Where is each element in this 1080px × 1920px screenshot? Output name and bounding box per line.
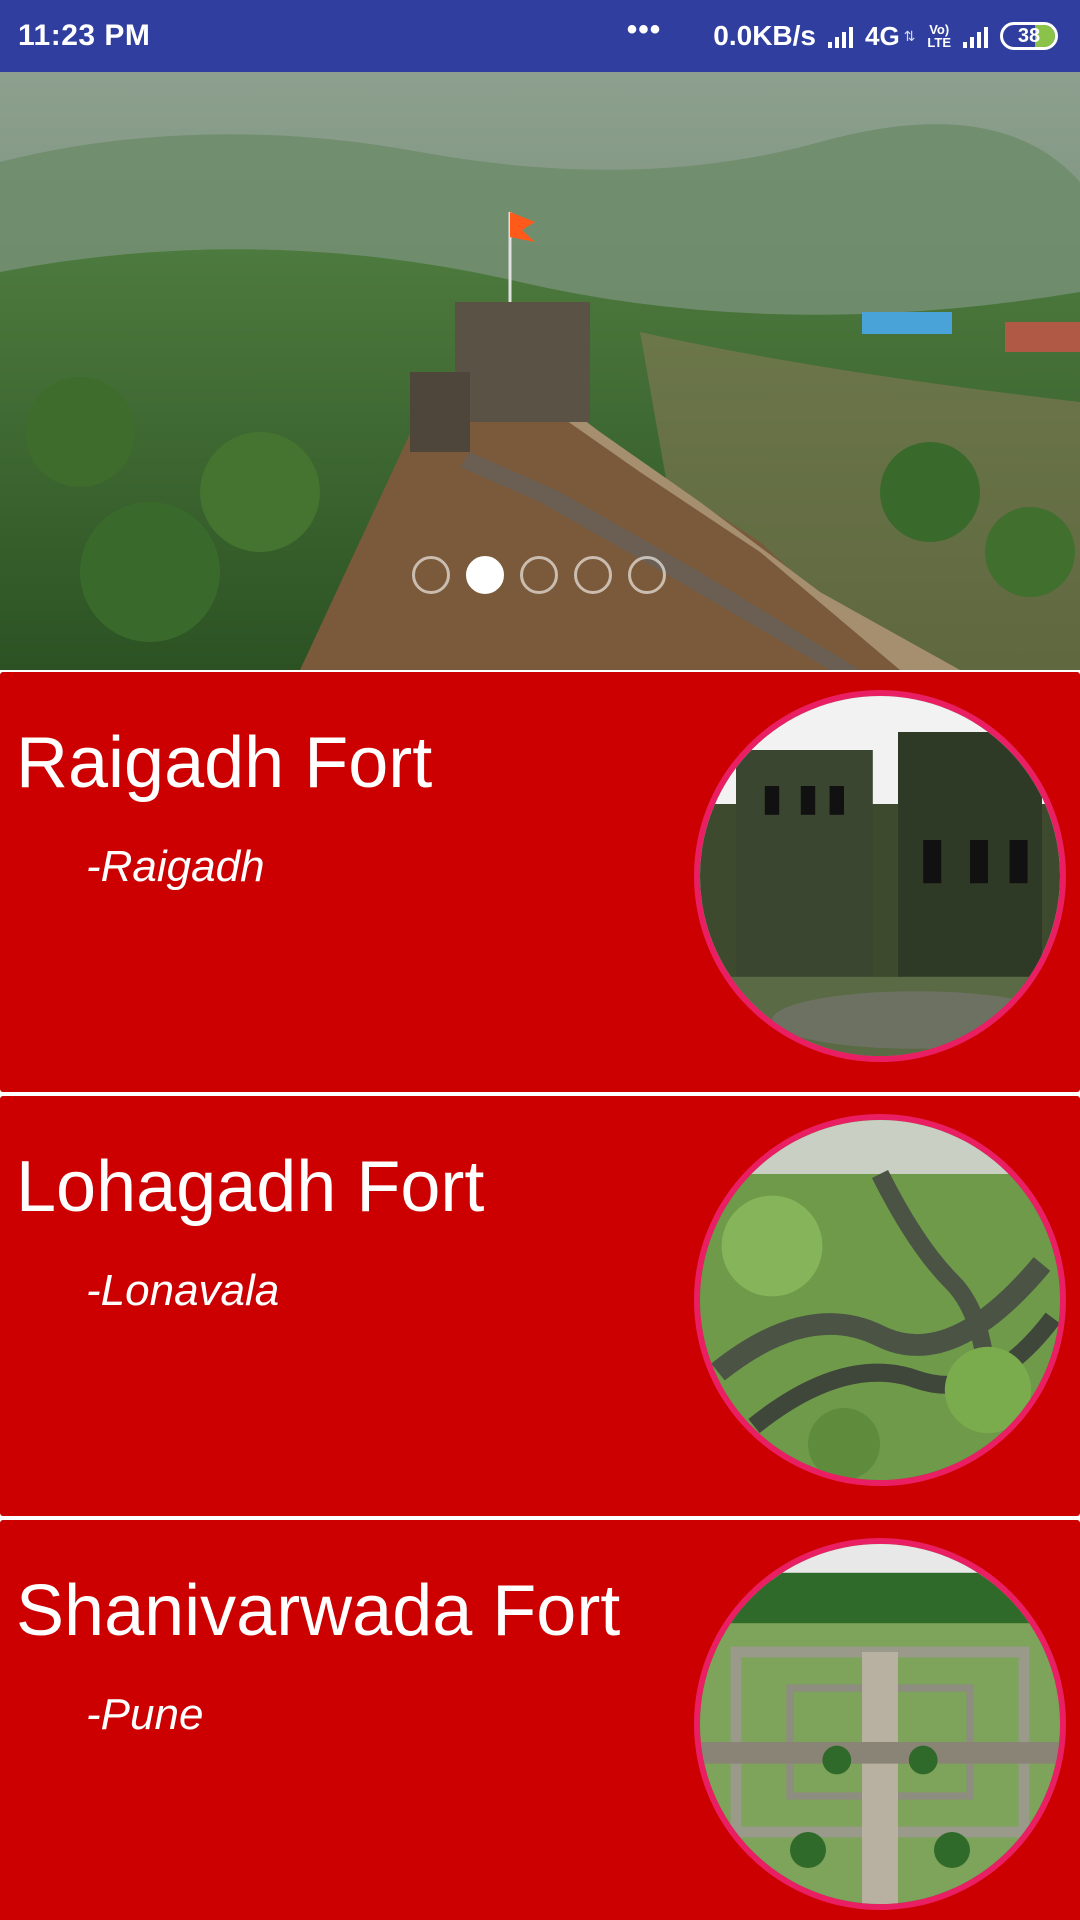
fort-photo-raigadh — [694, 690, 1066, 1062]
fort-title: Shanivarwada Fort — [16, 1571, 621, 1651]
pager-dot[interactable] — [628, 556, 666, 594]
pager-dot[interactable] — [574, 556, 612, 594]
battery-icon: 38 — [1000, 22, 1058, 50]
carousel-pager — [412, 556, 666, 594]
fort-title: Raigadh Fort — [16, 723, 433, 803]
signal-strength-icon-2 — [963, 24, 988, 48]
fort-title: Lohagadh Fort — [16, 1147, 485, 1227]
network-speed: 0.0KB/s — [713, 20, 816, 51]
fort-location: -Raigadh — [86, 842, 265, 891]
pager-dot[interactable] — [412, 556, 450, 594]
fort-card-raigadh[interactable]: Raigadh Fort -Raigadh — [0, 672, 1080, 1092]
fort-photo-lohagadh — [694, 1114, 1066, 1486]
more-notifications-icon: ••• — [626, 13, 662, 46]
status-bar: 11:23 PM ••• 0.0KB/s 4G ⇅ Vo) LTE 38 — [0, 0, 1080, 72]
status-time: 11:23 PM — [18, 19, 151, 52]
ruined-towers-image — [700, 696, 1060, 1056]
signal-strength-icon — [827, 24, 853, 48]
fort-card-shanivarwada[interactable]: Shanivarwada Fort -Pune — [0, 1520, 1080, 1920]
pager-dot[interactable] — [520, 556, 558, 594]
status-icons: ••• 0.0KB/s 4G ⇅ Vo) LTE 38 — [627, 13, 1058, 53]
hero-carousel[interactable] — [0, 72, 1080, 670]
data-activity-icon: ⇅ — [903, 27, 916, 44]
fort-list: Raigadh Fort -Raigadh Lohagadh Fort -Lon… — [0, 672, 1080, 1920]
fort-location: -Lonavala — [86, 1266, 280, 1315]
fort-card-lohagadh[interactable]: Lohagadh Fort -Lonavala — [0, 1096, 1080, 1516]
fort-location: -Pune — [86, 1690, 204, 1739]
volte-icon: Vo) LTE — [927, 22, 951, 50]
network-type: 4G — [864, 20, 900, 51]
battery-percent: 38 — [1017, 24, 1041, 47]
palace-gardens-image — [700, 1544, 1060, 1904]
pager-dot-active[interactable] — [466, 556, 504, 594]
fort-photo-shanivarwada — [694, 1538, 1066, 1910]
green-fort-walls-image — [700, 1120, 1060, 1480]
